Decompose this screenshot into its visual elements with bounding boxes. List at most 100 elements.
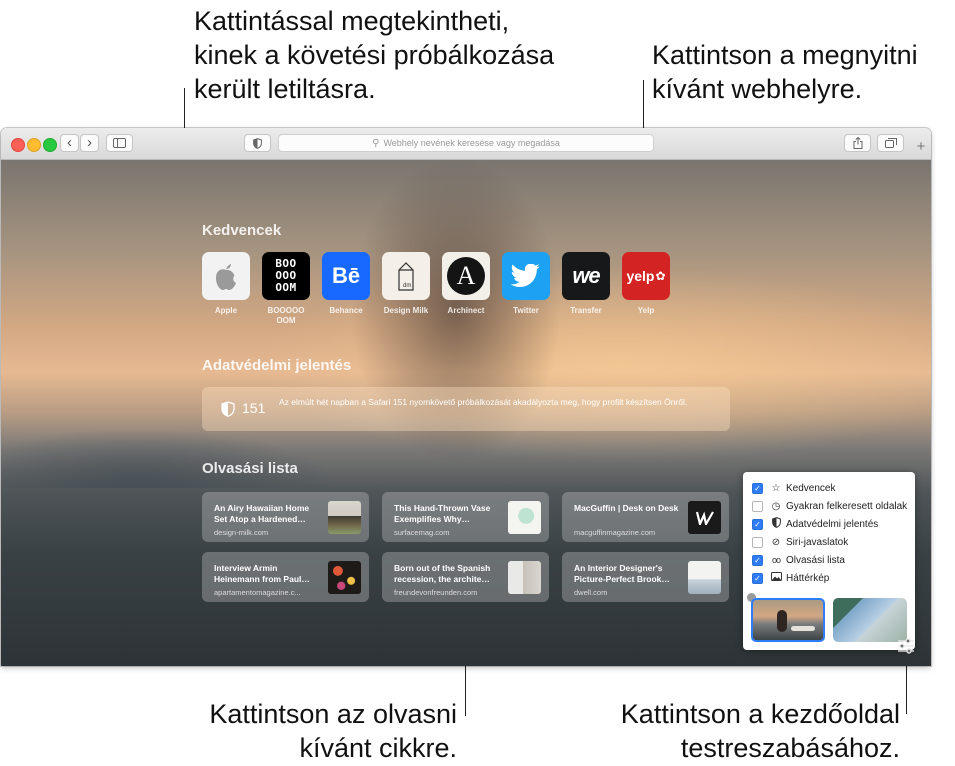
- favorite-archinect[interactable]: A Archinect: [438, 252, 494, 316]
- shield-icon: [253, 137, 262, 149]
- checkbox-unchecked[interactable]: [752, 536, 763, 548]
- reading-list-item-title: An Airy Hawaiian Home Set Atop a Hardene…: [214, 503, 310, 524]
- privacy-report-text: Az elmúlt hét napban a Safari 151 nyomkö…: [279, 397, 688, 407]
- tabs-icon: [884, 138, 897, 148]
- address-bar-placeholder: Webhely nevének keresése vagy megadása: [383, 138, 560, 148]
- search-icon: ⚲: [372, 137, 380, 149]
- plus-icon: +: [916, 138, 926, 155]
- customize-popover: ✓ ☆ Kedvencek ◷ Gyakran felkeresett olda…: [743, 472, 915, 650]
- image-icon: [770, 572, 782, 584]
- favorite-label: Twitter: [513, 306, 539, 315]
- toolbar: ‹ › ⚲ Webhely nevének keresése vagy mega…: [1, 128, 931, 160]
- favorite-transfer[interactable]: we Transfer: [558, 252, 614, 316]
- favorite-label: Behance: [329, 306, 363, 315]
- option-label: Háttérkép: [786, 572, 830, 584]
- privacy-report-heading: Adatvédelmi jelentés: [202, 357, 352, 374]
- favorite-yelp[interactable]: yelp ✿ Yelp: [618, 252, 674, 316]
- minimize-window-button[interactable]: [27, 138, 41, 152]
- customize-start-page-button[interactable]: [896, 636, 916, 656]
- option-background-image[interactable]: ✓ Háttérkép: [752, 570, 829, 586]
- article-thumbnail: [508, 561, 541, 594]
- option-label: Olvasási lista: [786, 554, 845, 566]
- tab-overview-button[interactable]: [877, 134, 904, 152]
- checkbox-checked[interactable]: ✓: [752, 572, 763, 584]
- chevron-right-icon: ›: [87, 134, 92, 151]
- checkbox-checked[interactable]: ✓: [752, 554, 763, 566]
- callout-reading-list: Kattintson az olvasni kívánt cikkre.: [209, 699, 457, 763]
- favorite-label: Apple: [214, 306, 238, 315]
- reading-list-item[interactable]: This Hand-Thrown Vase Exemplifies Why… s…: [382, 492, 549, 542]
- favorite-apple[interactable]: Apple: [198, 252, 254, 316]
- address-bar[interactable]: ⚲ Webhely nevének keresése vagy megadása: [278, 134, 654, 152]
- safari-window: ‹ › ⚲ Webhely nevének keresése vagy mega…: [1, 128, 931, 666]
- privacy-report-button[interactable]: [244, 134, 271, 152]
- fullscreen-window-button[interactable]: [43, 138, 57, 152]
- share-button[interactable]: [844, 134, 871, 152]
- siri-compass-icon: ⊘: [771, 536, 781, 548]
- article-thumbnail: [328, 501, 361, 534]
- favorite-behance[interactable]: Bē Behance: [318, 252, 374, 316]
- checkbox-checked[interactable]: ✓: [752, 518, 763, 530]
- favorite-label: Archinect: [447, 306, 485, 315]
- sliders-icon: [898, 638, 914, 654]
- reading-list-item-title: Born out of the Spanish recession, the a…: [394, 563, 491, 584]
- svg-text:dm: dm: [403, 283, 411, 289]
- wetransfer-logo-icon: we: [562, 252, 610, 300]
- close-window-button[interactable]: [11, 138, 25, 152]
- background-mountain: [1, 428, 341, 488]
- reading-list-item[interactable]: An Interior Designer's Picture-Perfect B…: [562, 552, 729, 602]
- yelp-logo-text: yelp: [626, 268, 655, 284]
- behance-logo-icon: Bē: [322, 252, 370, 300]
- reading-list-item-title: This Hand-Thrown Vase Exemplifies Why…: [394, 503, 491, 524]
- reading-list-item[interactable]: Born out of the Spanish recession, the a…: [382, 552, 549, 602]
- twitter-bird-icon: [502, 252, 550, 300]
- option-siri-suggestions[interactable]: ⊘ Siri-javaslatok: [752, 534, 848, 550]
- yelp-logo-icon: yelp ✿: [622, 252, 670, 300]
- sidebar-button[interactable]: [106, 134, 133, 152]
- reading-list-item-title: Interview Armin Heinemann from Paul…: [214, 563, 310, 584]
- checkbox-unchecked[interactable]: [752, 500, 763, 512]
- option-privacy-report[interactable]: ✓ Adatvédelmi jelentés: [752, 516, 878, 532]
- favorite-label: Design Milk: [383, 306, 429, 315]
- reading-list-item[interactable]: Interview Armin Heinemann from Paul… apa…: [202, 552, 369, 602]
- start-page: Kedvencek Apple BOO OOO OOM BOOOOO OOM B…: [1, 160, 931, 666]
- wallpaper-surfer-thumbnail[interactable]: [751, 598, 825, 642]
- reading-list-item[interactable]: MacGuffin | Desk on Desk macguffinmagazi…: [562, 492, 729, 542]
- chevron-left-icon: ‹: [67, 134, 72, 151]
- privacy-report-card[interactable]: 151 Az elmúlt hét napban a Safari 151 ny…: [202, 387, 730, 431]
- favorite-boooooom[interactable]: BOO OOO OOM BOOOOO OOM: [258, 252, 314, 326]
- reading-list-item-source: dwell.com: [574, 588, 608, 597]
- share-icon: [853, 137, 862, 149]
- new-tab-button[interactable]: +: [911, 134, 931, 159]
- wetransfer-logo-text: we: [572, 263, 600, 288]
- reading-list-item-source: freundevonfreunden.com: [394, 588, 478, 597]
- reading-list-item-title: An Interior Designer's Picture-Perfect B…: [574, 563, 670, 584]
- option-label: Siri-javaslatok: [786, 536, 849, 548]
- favorites-heading: Kedvencek: [202, 222, 282, 239]
- callout-privacy: Kattintással megtekintheti, kinek a köve…: [194, 6, 555, 104]
- reading-list-item-source: macguffinmagazine.com: [574, 528, 656, 537]
- option-label: Kedvencek: [786, 482, 836, 494]
- boooooom-logo-text: BOO OOO OOM: [275, 257, 297, 294]
- option-favorites[interactable]: ✓ ☆ Kedvencek: [752, 480, 835, 496]
- option-frequently-visited[interactable]: ◷ Gyakran felkeresett oldalak: [752, 498, 907, 514]
- macguffin-logo-icon: [688, 501, 721, 534]
- yelp-burst-icon: ✿: [655, 269, 666, 283]
- favorite-label: BOOOOO OOM: [267, 306, 305, 325]
- design-milk-logo-icon: dm: [382, 252, 430, 300]
- reading-list-item[interactable]: An Airy Hawaiian Home Set Atop a Hardene…: [202, 492, 369, 542]
- favorite-design-milk[interactable]: dm Design Milk: [378, 252, 434, 316]
- favorite-label: Transfer: [570, 306, 602, 315]
- article-thumbnail: [688, 561, 721, 594]
- back-button[interactable]: ‹: [60, 134, 79, 152]
- reading-list-heading: Olvasási lista: [202, 460, 298, 477]
- star-icon: ☆: [771, 482, 781, 494]
- option-reading-list[interactable]: ✓ oo Olvasási lista: [752, 552, 845, 568]
- reading-list-item-title: MacGuffin | Desk on Desk: [574, 503, 679, 513]
- callout-favorites: Kattintson a megnyitni kívánt webhelyre.: [652, 40, 918, 104]
- archinect-logo-icon: A: [442, 252, 490, 300]
- checkbox-checked[interactable]: ✓: [752, 482, 763, 494]
- favorite-twitter[interactable]: Twitter: [498, 252, 554, 316]
- article-thumbnail: [328, 561, 361, 594]
- forward-button[interactable]: ›: [80, 134, 99, 152]
